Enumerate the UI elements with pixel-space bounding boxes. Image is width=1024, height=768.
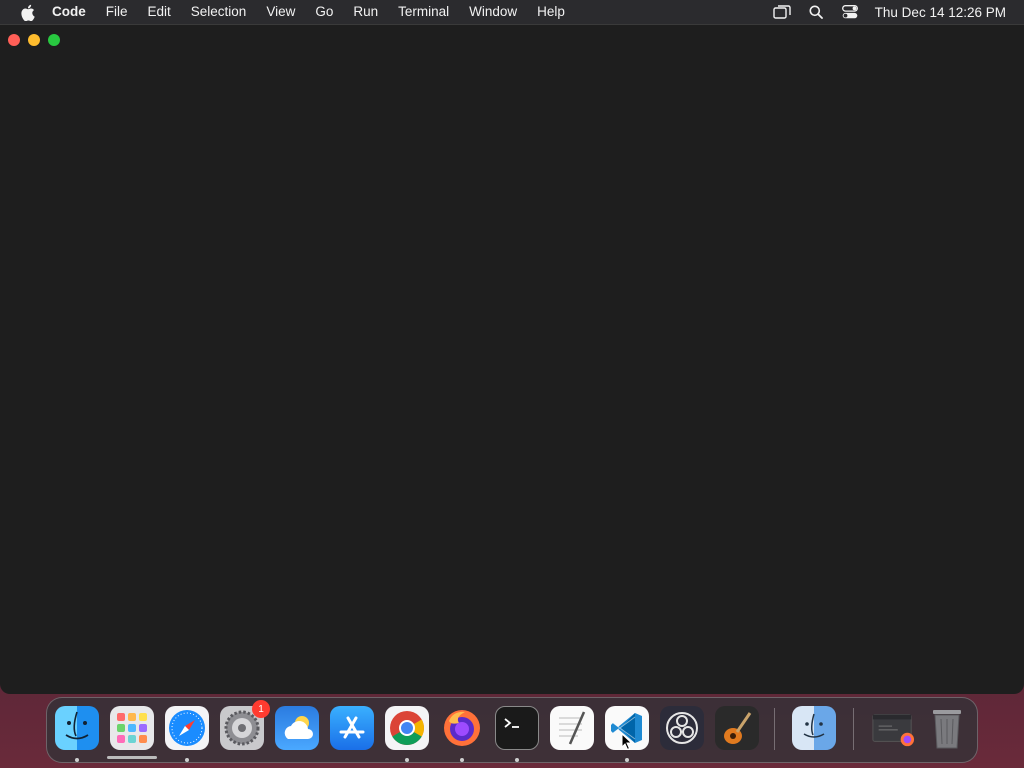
menu-selection[interactable]: Selection xyxy=(181,0,257,24)
dock-weather[interactable] xyxy=(275,706,319,750)
menu-edit[interactable]: Edit xyxy=(138,0,181,24)
menu-help[interactable]: Help xyxy=(527,0,575,24)
menu-terminal[interactable]: Terminal xyxy=(388,0,459,24)
app-store-icon xyxy=(339,716,365,739)
dock-running-indicator xyxy=(75,758,79,762)
launchpad-icon xyxy=(117,713,147,743)
dock-running-indicator xyxy=(460,758,464,762)
terminal-icon xyxy=(504,718,519,728)
dock-separator xyxy=(774,708,775,750)
control-center-icon[interactable] xyxy=(841,3,859,21)
obs-icon xyxy=(666,712,698,744)
dock-trash[interactable] xyxy=(925,706,969,750)
menu-bar: Code File Edit Selection View Go Run Ter… xyxy=(0,0,1024,24)
dock-app-store[interactable] xyxy=(330,706,374,750)
dock-running-indicator xyxy=(515,758,519,762)
dock-obs[interactable] xyxy=(660,706,704,750)
apple-menu-icon[interactable] xyxy=(18,3,36,21)
dock-safari[interactable] xyxy=(165,706,209,750)
dock-garageband[interactable] xyxy=(715,706,759,750)
dock-chrome[interactable] xyxy=(385,706,429,750)
mouse-cursor-icon xyxy=(621,732,633,756)
safari-icon xyxy=(169,710,205,746)
finder-icon xyxy=(65,711,89,740)
minimize-window-button[interactable] xyxy=(28,34,40,46)
close-window-button[interactable] xyxy=(8,34,20,46)
finder-utility-icon xyxy=(803,713,825,738)
menu-clock[interactable]: Thu Dec 14 12:26 PM xyxy=(875,5,1006,20)
dock-terminal[interactable] xyxy=(495,706,539,750)
dock-system-settings[interactable]: 1 xyxy=(220,700,270,750)
dock-drag-indicator xyxy=(107,756,157,759)
menu-app-name[interactable]: Code xyxy=(52,0,96,24)
dock-running-indicator xyxy=(405,758,409,762)
dock-textedit[interactable] xyxy=(550,706,594,750)
dock-separator xyxy=(853,708,854,750)
menu-view[interactable]: View xyxy=(256,0,305,24)
textedit-icon xyxy=(559,711,586,745)
dock-running-indicator xyxy=(625,758,629,762)
dock-running-indicator xyxy=(185,758,189,762)
dock-launchpad[interactable] xyxy=(110,706,154,750)
spotlight-search-icon[interactable] xyxy=(807,3,825,21)
menu-go[interactable]: Go xyxy=(305,0,343,24)
dock-downloads-stack[interactable] xyxy=(871,706,915,750)
trash-icon xyxy=(933,710,961,749)
dock-firefox[interactable] xyxy=(440,706,484,750)
zoom-window-button[interactable] xyxy=(48,34,60,46)
dock-finder[interactable] xyxy=(55,706,99,750)
chrome-icon xyxy=(390,711,424,745)
firefox-icon xyxy=(444,710,480,746)
vscode-window xyxy=(0,24,1024,694)
menu-file[interactable]: File xyxy=(96,0,138,24)
dock: 1 xyxy=(46,697,978,763)
notification-badge: 1 xyxy=(252,700,270,718)
menu-run[interactable]: Run xyxy=(343,0,388,24)
downloads-stack-icon xyxy=(872,714,915,747)
garageband-icon xyxy=(724,712,752,744)
menu-window[interactable]: Window xyxy=(459,0,527,24)
window-content-area xyxy=(0,55,1024,694)
weather-icon xyxy=(284,716,313,739)
dock-finder-2[interactable] xyxy=(792,706,836,750)
window-controls xyxy=(8,34,60,46)
screen-mirroring-icon[interactable] xyxy=(772,3,791,21)
